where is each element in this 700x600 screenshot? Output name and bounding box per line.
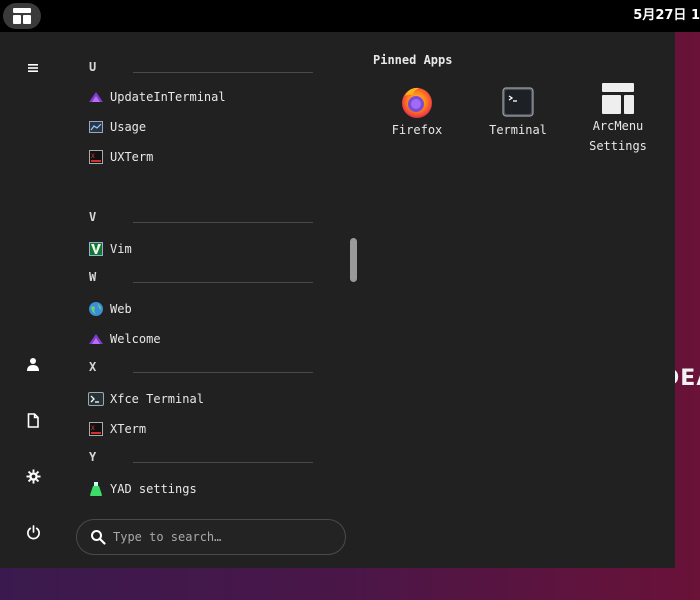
pinned-app-label-line2: Settings <box>589 139 647 153</box>
list-item-label: YAD settings <box>110 482 197 496</box>
usage-icon <box>88 119 104 135</box>
list-item-xterm[interactable]: X XTerm <box>88 418 146 440</box>
web-globe-icon <box>88 301 104 317</box>
search-input[interactable] <box>113 530 333 544</box>
clock[interactable]: 5月27日 1 <box>633 0 700 32</box>
list-item-label: XTerm <box>110 422 147 436</box>
hamburger-icon <box>28 64 38 72</box>
power-icon <box>26 524 40 539</box>
section-header-w: W <box>89 270 97 284</box>
pinned-app-label: Terminal <box>489 123 547 137</box>
list-item-web[interactable]: Web <box>88 298 132 320</box>
list-item-label: Usage <box>110 120 147 134</box>
section-divider <box>133 282 313 283</box>
settings-button[interactable] <box>22 465 44 487</box>
updateinterminal-icon <box>88 89 104 105</box>
list-item-label: Welcome <box>110 332 161 346</box>
list-item-label: Vim <box>110 242 132 256</box>
section-divider <box>133 462 313 463</box>
pinned-app-arcmenu-settings[interactable]: ArcMenu Settings <box>568 80 668 156</box>
list-item-label: Xfce Terminal <box>110 392 204 406</box>
svg-text:X: X <box>91 425 95 432</box>
pinned-app-firefox[interactable]: Firefox <box>367 84 467 140</box>
top-bar: 5月27日 1 <box>0 0 700 32</box>
search-icon <box>91 530 106 545</box>
xfce-terminal-icon <box>88 391 104 407</box>
uxterm-icon: X <box>88 149 104 165</box>
app-list[interactable]: U UpdateInTerminal Usage X UXTerm V Vim … <box>76 54 336 504</box>
firefox-icon <box>399 84 435 120</box>
yad-settings-icon <box>88 481 104 497</box>
user-button[interactable] <box>22 353 44 375</box>
list-item-label: Web <box>110 302 132 316</box>
welcome-icon <box>88 331 104 347</box>
section-divider <box>133 72 313 73</box>
list-item-uxterm[interactable]: X UXTerm <box>88 146 153 168</box>
pinned-app-label: ArcMenu <box>592 119 644 133</box>
svg-text:X: X <box>91 153 95 160</box>
hamburger-button[interactable] <box>22 57 44 79</box>
arcmenu-button[interactable] <box>3 3 41 29</box>
arcmenu-panel: U UpdateInTerminal Usage X UXTerm V Vim … <box>0 32 675 568</box>
list-item-label: UpdateInTerminal <box>110 90 226 104</box>
pinned-apps-title: Pinned Apps <box>373 53 453 67</box>
section-header-v: V <box>89 210 97 224</box>
pinned-app-label: Firefox <box>391 123 443 137</box>
section-header-u: U <box>89 60 97 74</box>
arcmenu-icon <box>13 8 31 24</box>
section-divider <box>133 372 313 373</box>
list-item-welcome[interactable]: Welcome <box>88 328 161 350</box>
vim-icon <box>88 241 104 257</box>
list-item-usage[interactable]: Usage <box>88 116 146 138</box>
arcmenu-settings-icon <box>600 80 636 116</box>
list-item-xfce-terminal[interactable]: Xfce Terminal <box>88 388 204 410</box>
terminal-icon <box>500 84 536 120</box>
section-divider <box>133 222 313 223</box>
app-list-scrollbar[interactable] <box>350 238 357 282</box>
power-button[interactable] <box>22 521 44 543</box>
list-item-label: UXTerm <box>110 150 154 164</box>
section-header-y: Y <box>89 450 97 464</box>
list-item-updateinterminal[interactable]: UpdateInTerminal <box>88 86 226 108</box>
documents-button[interactable] <box>22 409 44 431</box>
list-item-yad-settings[interactable]: YAD settings <box>88 478 197 500</box>
document-icon <box>27 412 39 428</box>
section-header-x: X <box>89 360 97 374</box>
search-bar[interactable] <box>76 519 346 555</box>
gear-icon <box>25 468 41 484</box>
pinned-app-terminal[interactable]: Terminal <box>468 84 568 140</box>
user-icon <box>27 358 39 371</box>
list-item-vim[interactable]: Vim <box>88 238 132 260</box>
xterm-icon: X <box>88 421 104 437</box>
